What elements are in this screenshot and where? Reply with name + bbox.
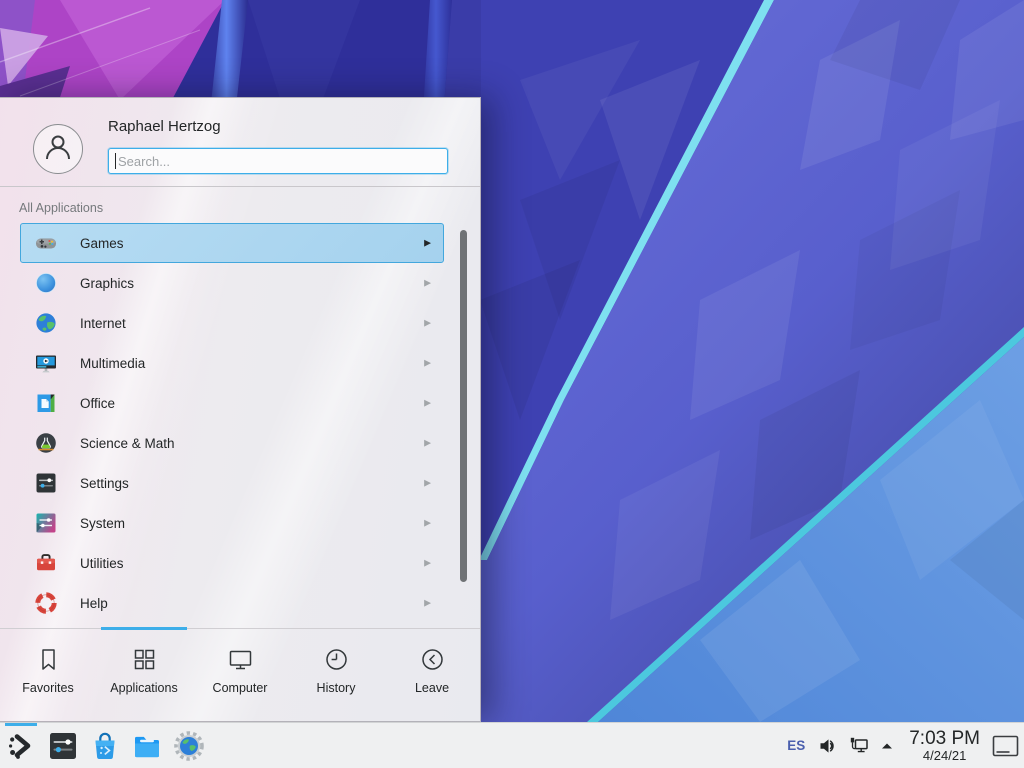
taskbar-pinned-apps [42,723,210,768]
application-launcher-button[interactable] [0,723,42,768]
taskbar-file-manager[interactable] [126,723,168,768]
user-icon [41,130,75,169]
desktop: Raphael Hertzog All Applications Games ▶… [0,0,1024,768]
tab-favorites[interactable]: Favorites [0,631,96,723]
globe-icon [34,311,58,335]
network-icon[interactable] [849,736,869,756]
keyboard-layout-indicator[interactable]: ES [787,738,805,753]
submenu-arrow-icon: ▶ [424,558,431,569]
section-label: All Applications [19,201,103,215]
category-help[interactable]: Help ▶ [20,583,444,623]
category-office[interactable]: Office ▶ [20,383,444,423]
clock-icon [323,646,350,673]
category-graphics[interactable]: Graphics ▶ [20,263,444,303]
kickoff-icon [5,730,37,762]
tab-applications[interactable]: Applications [96,631,192,723]
category-system[interactable]: System ▶ [20,503,444,543]
submenu-arrow-icon: ▶ [424,598,431,609]
grid-icon [131,646,158,673]
office-icon [34,391,58,415]
gamepad-icon [34,231,58,255]
web-globe-icon [173,730,205,762]
list-scrollbar-thumb[interactable] [460,230,467,582]
taskbar: ES 7:03 PM 4/24/21 [0,722,1024,768]
system-icon [34,511,58,535]
settings-app-icon [47,730,79,762]
submenu-arrow-icon: ▶ [424,278,431,289]
folder-icon [131,730,163,762]
submenu-arrow-icon: ▶ [424,478,431,489]
category-science-math[interactable]: Science & Math ▶ [20,423,444,463]
settings-icon [34,471,58,495]
monitor-icon [227,646,254,673]
tab-computer[interactable]: Computer [192,631,288,723]
submenu-arrow-icon: ▶ [424,438,431,449]
category-games[interactable]: Games ▶ [20,223,444,263]
category-internet[interactable]: Internet ▶ [20,303,444,343]
digital-clock[interactable]: 7:03 PM 4/24/21 [909,729,980,763]
show-desktop-button[interactable] [992,735,1019,757]
submenu-arrow-icon: ▶ [424,238,431,249]
user-name: Raphael Hertzog [108,118,221,135]
sphere-icon [34,271,58,295]
submenu-arrow-icon: ▶ [424,518,431,529]
bookmark-icon [35,646,62,673]
search-input[interactable] [108,148,448,174]
category-list: Games ▶ Graphics ▶ Internet ▶ Multimedia… [0,223,480,628]
launcher-tab-bar: Favorites Applications Computer History … [0,631,480,723]
clock-date: 4/24/21 [923,749,966,763]
system-tray: ES 7:03 PM 4/24/21 [787,723,1024,768]
tab-history[interactable]: History [288,631,384,723]
footer-divider [0,628,480,629]
discover-icon [89,730,121,762]
category-settings[interactable]: Settings ▶ [20,463,444,503]
header-divider [0,186,480,187]
user-avatar[interactable] [33,124,83,174]
submenu-arrow-icon: ▶ [424,398,431,409]
clock-time: 7:03 PM [909,729,980,749]
help-icon [34,591,58,615]
category-utilities[interactable]: Utilities ▶ [20,543,444,583]
taskbar-system-settings[interactable] [42,723,84,768]
utilities-icon [34,551,58,575]
category-multimedia[interactable]: Multimedia ▶ [20,343,444,383]
text-caret [115,153,116,169]
leave-icon [419,646,446,673]
expand-tray-icon[interactable] [880,739,894,753]
volume-icon[interactable] [818,736,838,756]
application-launcher-popup: Raphael Hertzog All Applications Games ▶… [0,97,481,722]
submenu-arrow-icon: ▶ [424,318,431,329]
multimedia-icon [34,351,58,375]
science-icon [34,431,58,455]
taskbar-discover[interactable] [84,723,126,768]
tab-leave[interactable]: Leave [384,631,480,723]
taskbar-web-browser[interactable] [168,723,210,768]
submenu-arrow-icon: ▶ [424,358,431,369]
